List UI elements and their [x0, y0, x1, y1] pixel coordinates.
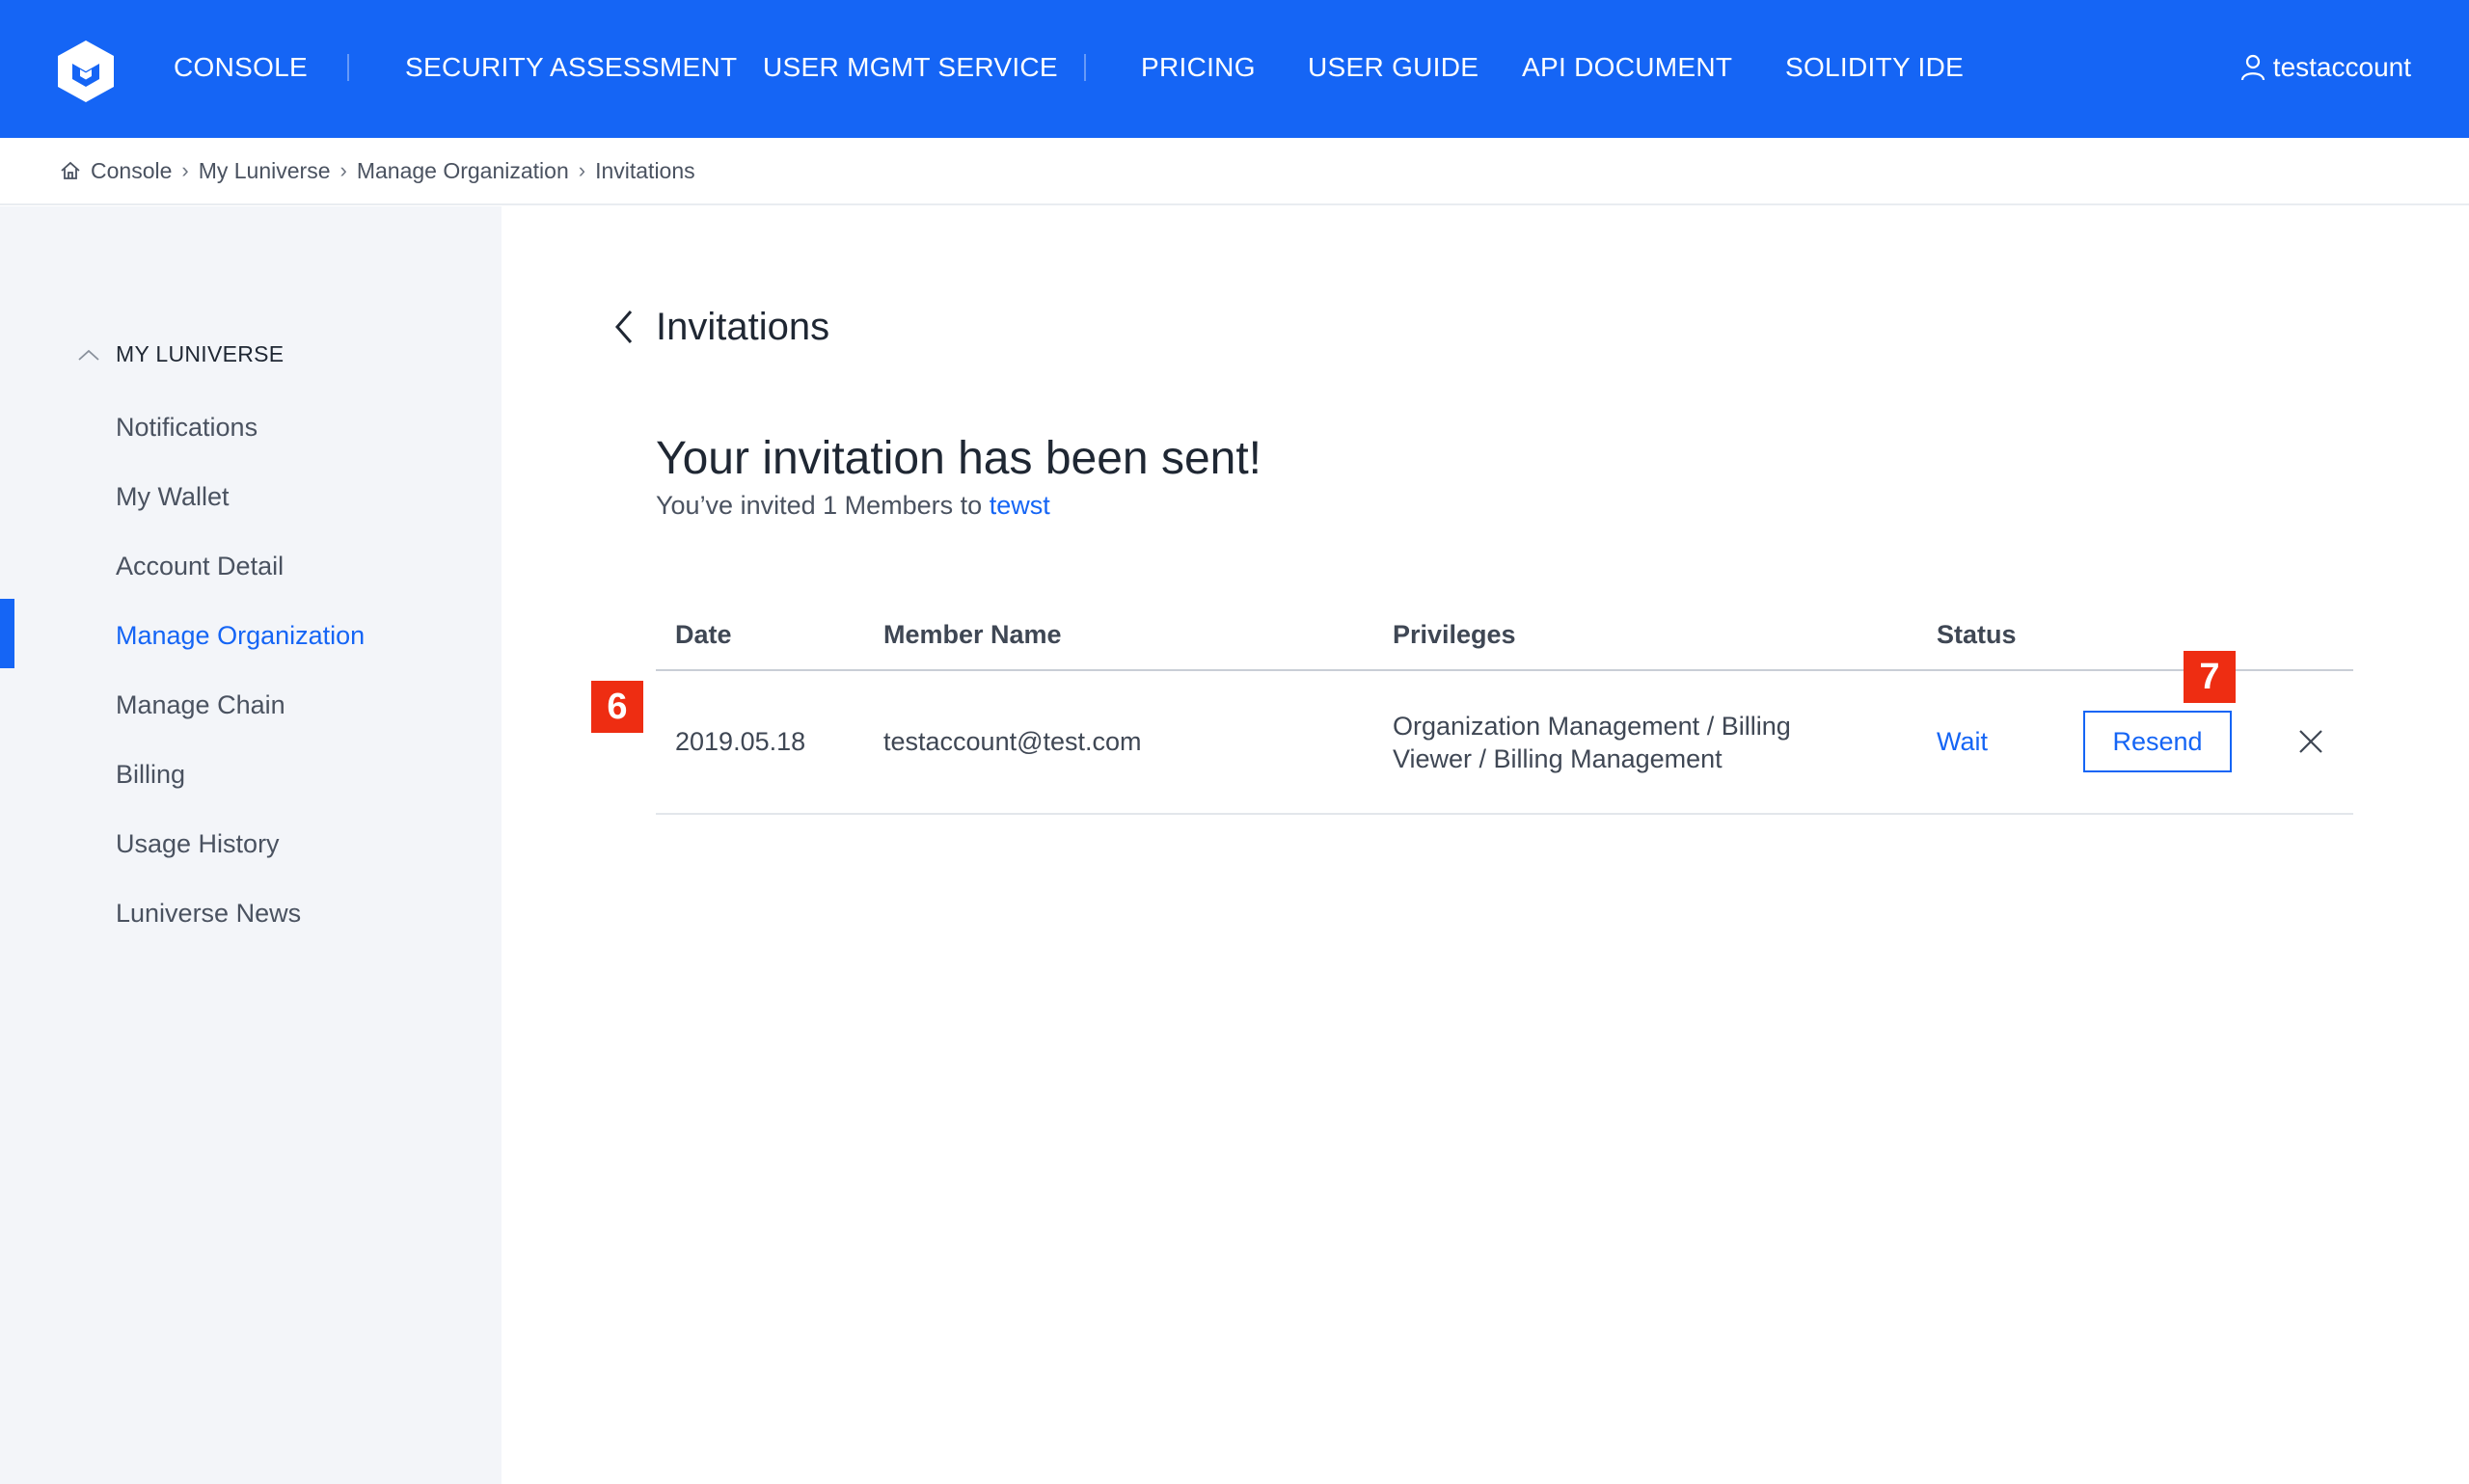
nav-solidity-ide[interactable]: SOLIDITY IDE: [1785, 50, 1964, 85]
cell-status: Wait: [1937, 727, 1988, 756]
username-label: testaccount: [2272, 52, 2411, 82]
resend-button[interactable]: Resend: [2083, 711, 2232, 772]
nav-user-guide[interactable]: USER GUIDE: [1308, 50, 1479, 85]
nav-pricing[interactable]: PRICING: [1141, 50, 1256, 85]
sidebar-item-notifications[interactable]: Notifications: [116, 411, 258, 444]
cell-member-name: testaccount@test.com: [883, 727, 1142, 756]
organization-link[interactable]: tewst: [990, 491, 1050, 520]
invite-summary: You’ve invited 1 Members to tewst: [656, 488, 1050, 523]
nav-divider: [347, 54, 349, 81]
user-account-menu[interactable]: testaccount: [2240, 50, 2411, 85]
sidebar-item-usage-history[interactable]: Usage History: [116, 827, 280, 860]
cell-privileges-line2: Viewer / Billing Management: [1393, 744, 1723, 773]
nav-user-mgmt-service[interactable]: USER MGMT SERVICE: [763, 50, 1058, 85]
close-icon[interactable]: [2297, 728, 2324, 755]
page-title: Invitations: [656, 306, 830, 348]
invite-summary-text: You’ve invited 1 Members to: [656, 491, 983, 520]
table-row-divider: [656, 813, 2353, 815]
table-header-divider: [656, 669, 2353, 671]
success-headline: Your invitation has been sent!: [656, 433, 1262, 484]
sidebar-item-account-detail[interactable]: Account Detail: [116, 550, 284, 582]
chevron-right-icon: ›: [578, 158, 586, 182]
column-header-member-name: Member Name: [883, 620, 1062, 649]
luniverse-logo[interactable]: [55, 39, 117, 104]
user-icon: [2240, 54, 2265, 81]
step-marker-6: 6: [591, 681, 643, 733]
breadcrumb-manage-organization[interactable]: Manage Organization: [357, 158, 569, 184]
breadcrumb-my-luniverse[interactable]: My Luniverse: [199, 158, 331, 184]
sidebar: MY LUNIVERSE Notifications My Wallet Acc…: [0, 206, 502, 1484]
breadcrumb-console[interactable]: Console: [91, 158, 172, 184]
column-header-date: Date: [675, 620, 732, 649]
nav-api-document[interactable]: API DOCUMENT: [1522, 50, 1732, 85]
breadcrumb-invitations: Invitations: [595, 157, 695, 183]
breadcrumb: Console › My Luniverse › Manage Organiza…: [0, 138, 2469, 205]
sidebar-active-indicator: [0, 599, 14, 668]
sidebar-item-my-wallet[interactable]: My Wallet: [116, 480, 230, 513]
sidebar-item-manage-chain[interactable]: Manage Chain: [116, 688, 285, 721]
sidebar-section-my-luniverse[interactable]: MY LUNIVERSE: [77, 341, 284, 367]
sidebar-item-luniverse-news[interactable]: Luniverse News: [116, 897, 301, 930]
nav-divider: [1084, 54, 1086, 81]
sidebar-item-manage-organization[interactable]: Manage Organization: [116, 619, 365, 652]
chevron-right-icon: ›: [181, 158, 189, 182]
step-marker-7: 7: [2184, 651, 2236, 703]
column-header-status: Status: [1937, 620, 2017, 649]
sidebar-item-billing[interactable]: Billing: [116, 758, 185, 791]
cell-privileges-line1: Organization Management / Billing: [1393, 712, 1791, 741]
home-icon[interactable]: [60, 160, 81, 181]
sidebar-section-label: MY LUNIVERSE: [116, 341, 285, 366]
column-header-privileges: Privileges: [1393, 620, 1516, 649]
back-arrow-icon[interactable]: [610, 307, 638, 347]
cell-date: 2019.05.18: [675, 727, 806, 756]
nav-security-assessment[interactable]: SECURITY ASSESSMENT: [405, 50, 737, 85]
chevron-up-icon: [78, 349, 99, 361]
top-navigation-bar: CONSOLE SECURITY ASSESSMENT USER MGMT SE…: [0, 0, 2469, 138]
nav-console[interactable]: CONSOLE: [174, 50, 308, 85]
chevron-right-icon: ›: [339, 158, 347, 182]
